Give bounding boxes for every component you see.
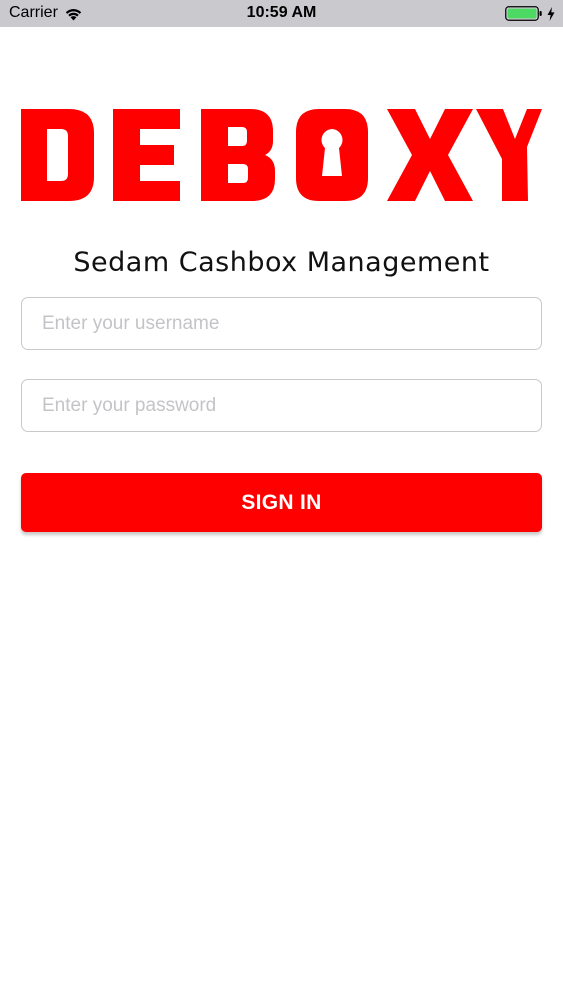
password-input[interactable] bbox=[21, 379, 542, 432]
sign-in-button[interactable]: SIGN IN bbox=[21, 473, 542, 532]
charging-bolt-icon bbox=[547, 6, 555, 21]
deboxy-logo bbox=[21, 109, 542, 201]
username-input[interactable] bbox=[21, 297, 542, 350]
status-time: 10:59 AM bbox=[246, 4, 317, 21]
app-subtitle: Sedam Cashbox Management bbox=[73, 247, 490, 278]
status-bar: Carrier 10:59 AM bbox=[0, 0, 563, 27]
battery-icon bbox=[505, 6, 543, 21]
battery-indicator bbox=[505, 6, 555, 21]
